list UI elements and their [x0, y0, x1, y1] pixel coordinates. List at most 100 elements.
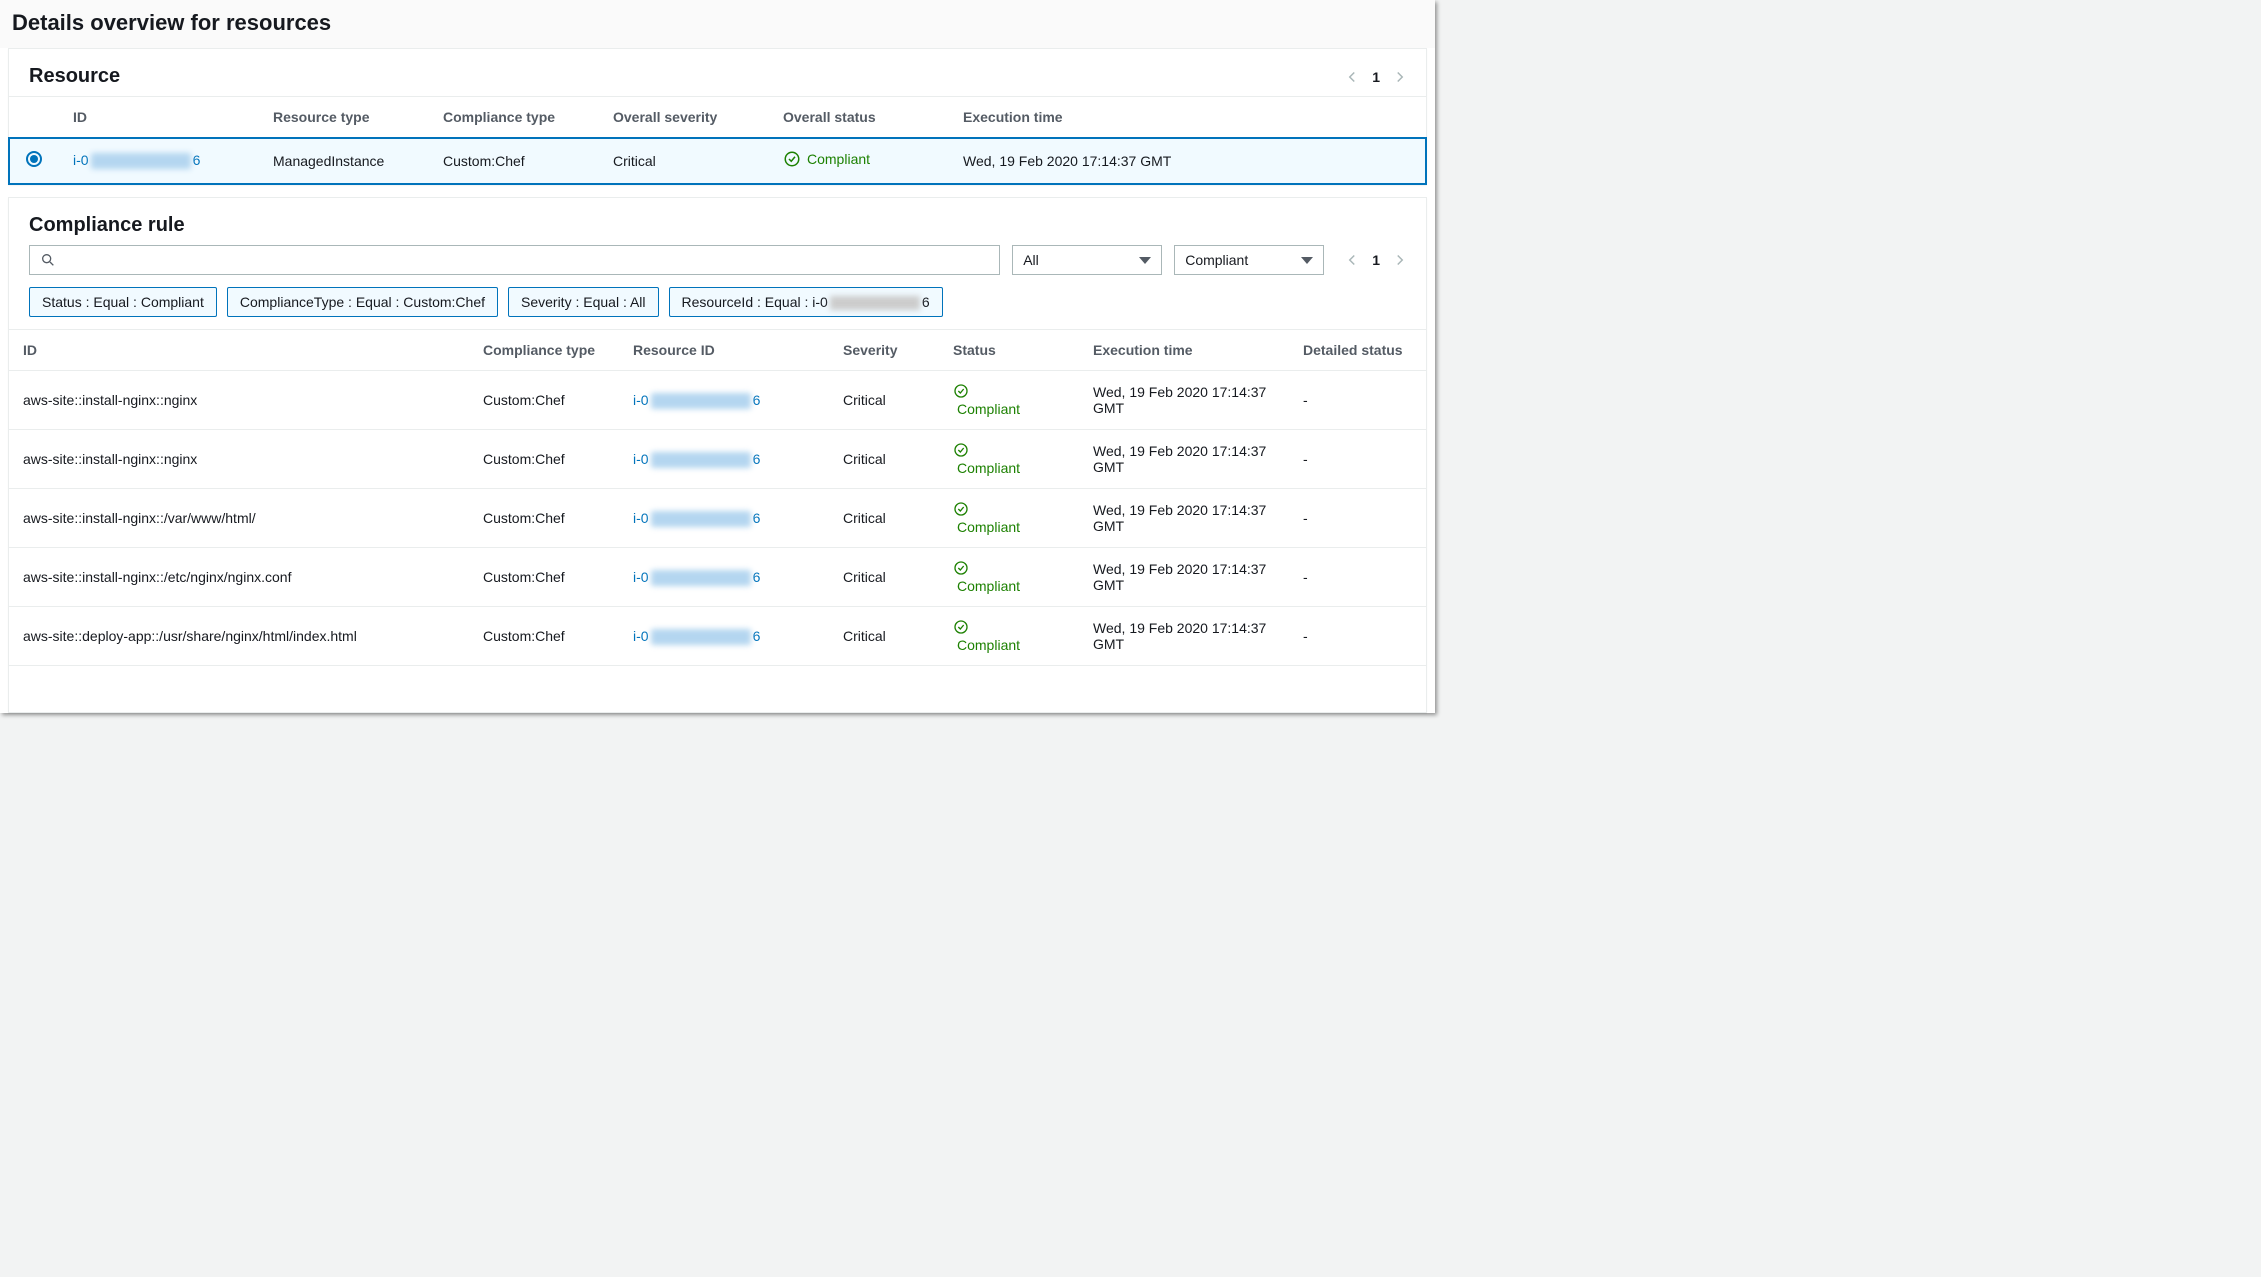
id-suffix: 6	[753, 510, 761, 526]
id-mask	[651, 511, 751, 527]
col-rule-execution-time: Execution time	[1079, 330, 1289, 371]
col-id: ID	[59, 97, 259, 138]
rule-panel-title: Compliance rule	[29, 214, 185, 237]
rule-compliance-type-cell: Custom:Chef	[469, 548, 619, 607]
rule-detailed-status-cell: -	[1289, 430, 1426, 489]
filter-chip-compliance-type[interactable]: ComplianceType : Equal : Custom:Chef	[227, 287, 498, 317]
col-execution-time: Execution time	[949, 97, 1426, 138]
rule-page-number: 1	[1372, 252, 1380, 268]
rule-compliance-type-cell: Custom:Chef	[469, 607, 619, 666]
rule-status-badge: Compliant	[953, 383, 1065, 417]
search-icon	[40, 252, 56, 268]
rule-execution-time-cell: Wed, 19 Feb 2020 17:14:37 GMT	[1079, 607, 1289, 666]
rule-execution-time-cell: Wed, 19 Feb 2020 17:14:37 GMT	[1079, 489, 1289, 548]
rule-resource-id-link[interactable]: i-0 6	[633, 392, 760, 409]
id-suffix: 6	[753, 628, 761, 644]
col-rule-compliance-type: Compliance type	[469, 330, 619, 371]
rule-id-cell: aws-site::install-nginx::nginx	[9, 371, 469, 430]
check-circle-icon	[953, 501, 969, 517]
resource-row[interactable]: i-0 6 ManagedInstance Custom:Chef Critica…	[9, 138, 1426, 184]
chip-mask	[830, 296, 920, 310]
resource-table: ID Resource type Compliance type Overall…	[9, 96, 1426, 184]
radio-selected[interactable]	[26, 151, 42, 167]
rule-severity-cell: Critical	[829, 371, 939, 430]
rule-status-badge: Compliant	[953, 619, 1065, 653]
compliance-type-cell: Custom:Chef	[429, 138, 599, 184]
rule-status-badge: Compliant	[953, 501, 1065, 535]
check-circle-icon	[953, 560, 969, 576]
col-rule-severity: Severity	[829, 330, 939, 371]
search-input[interactable]	[56, 252, 989, 268]
rule-status-text: Compliant	[957, 401, 1065, 417]
rule-resource-id-link[interactable]: i-06	[633, 451, 760, 468]
chip-suffix: 6	[922, 294, 930, 310]
rule-status-text: Compliant	[957, 637, 1065, 653]
check-circle-icon	[783, 150, 801, 168]
resource-type-cell: ManagedInstance	[259, 138, 429, 184]
page-title: Details overview for resources	[0, 0, 1435, 48]
rule-id-cell: aws-site::deploy-app::/usr/share/nginx/h…	[9, 607, 469, 666]
rule-severity-cell: Critical	[829, 548, 939, 607]
rule-resource-id-link[interactable]: i-06	[633, 569, 760, 586]
status-select[interactable]: Compliant	[1174, 245, 1324, 275]
rules-header-row: ID Compliance type Resource ID Severity …	[9, 330, 1426, 371]
chevron-right-icon[interactable]	[1394, 254, 1406, 266]
rule-resource-id-link[interactable]: i-06	[633, 510, 760, 527]
severity-cell: Critical	[599, 138, 769, 184]
id-suffix: 6	[753, 569, 761, 585]
chevron-right-icon[interactable]	[1394, 71, 1406, 83]
resource-paginator: 1	[1346, 69, 1406, 85]
check-circle-icon	[953, 442, 969, 458]
rule-detailed-status-cell: -	[1289, 371, 1426, 430]
rule-severity-cell: Critical	[829, 489, 939, 548]
rule-id-cell: aws-site::install-nginx::nginx	[9, 430, 469, 489]
rule-compliance-type-cell: Custom:Chef	[469, 430, 619, 489]
caret-down-icon	[1139, 257, 1151, 264]
rule-status-text: Compliant	[957, 460, 1065, 476]
check-circle-icon	[953, 619, 969, 635]
search-input-container[interactable]	[29, 245, 1000, 275]
rule-paginator: 1	[1346, 245, 1406, 275]
rule-resource-id-link[interactable]: i-0 6	[633, 628, 760, 645]
id-prefix: i-0	[633, 628, 649, 644]
rule-detailed-status-cell: -	[1289, 548, 1426, 607]
status-text: Compliant	[807, 151, 870, 167]
resource-header-row: ID Resource type Compliance type Overall…	[9, 97, 1426, 138]
filter-chip-severity[interactable]: Severity : Equal : All	[508, 287, 659, 317]
rule-compliance-type-cell: Custom:Chef	[469, 489, 619, 548]
id-mask	[651, 393, 751, 409]
col-rule-status: Status	[939, 330, 1079, 371]
rule-execution-time-cell: Wed, 19 Feb 2020 17:14:37 GMT	[1079, 548, 1289, 607]
chevron-left-icon[interactable]	[1346, 254, 1358, 266]
filter-chip-resource-id[interactable]: ResourceId : Equal : i-0 6	[669, 287, 943, 317]
resource-id-link[interactable]: i-0 6	[73, 152, 200, 169]
rule-execution-time-cell: Wed, 19 Feb 2020 17:14:37 GMT	[1079, 371, 1289, 430]
status-select-value: Compliant	[1185, 252, 1248, 268]
id-prefix: i-0	[73, 152, 89, 168]
severity-select[interactable]: All	[1012, 245, 1162, 275]
rule-status-badge: Compliant	[953, 560, 1065, 594]
col-overall-severity: Overall severity	[599, 97, 769, 138]
rule-row: aws-site::install-nginx::/var/www/html/ …	[9, 489, 1426, 548]
rule-row: aws-site::install-nginx::nginx Custom:Ch…	[9, 371, 1426, 430]
col-overall-status: Overall status	[769, 97, 949, 138]
id-suffix: 6	[753, 451, 761, 467]
id-mask	[651, 629, 751, 645]
compliance-rule-panel: Compliance rule All Compliant 1 Status	[8, 197, 1427, 713]
caret-down-icon	[1301, 257, 1313, 264]
rule-id-cell: aws-site::install-nginx::/etc/nginx/ngin…	[9, 548, 469, 607]
id-suffix: 6	[753, 392, 761, 408]
rule-detailed-status-cell: -	[1289, 607, 1426, 666]
id-prefix: i-0	[633, 392, 649, 408]
chevron-left-icon[interactable]	[1346, 71, 1358, 83]
rule-status-badge: Compliant	[953, 442, 1065, 476]
rule-detailed-status-cell: -	[1289, 489, 1426, 548]
rule-row: aws-site::deploy-app::/usr/share/nginx/h…	[9, 607, 1426, 666]
id-mask	[91, 153, 191, 169]
check-circle-icon	[953, 383, 969, 399]
rule-status-text: Compliant	[957, 578, 1065, 594]
rule-severity-cell: Critical	[829, 430, 939, 489]
filter-chip-status[interactable]: Status : Equal : Compliant	[29, 287, 217, 317]
chip-prefix: ResourceId : Equal : i-0	[682, 294, 828, 310]
id-suffix: 6	[193, 152, 201, 168]
